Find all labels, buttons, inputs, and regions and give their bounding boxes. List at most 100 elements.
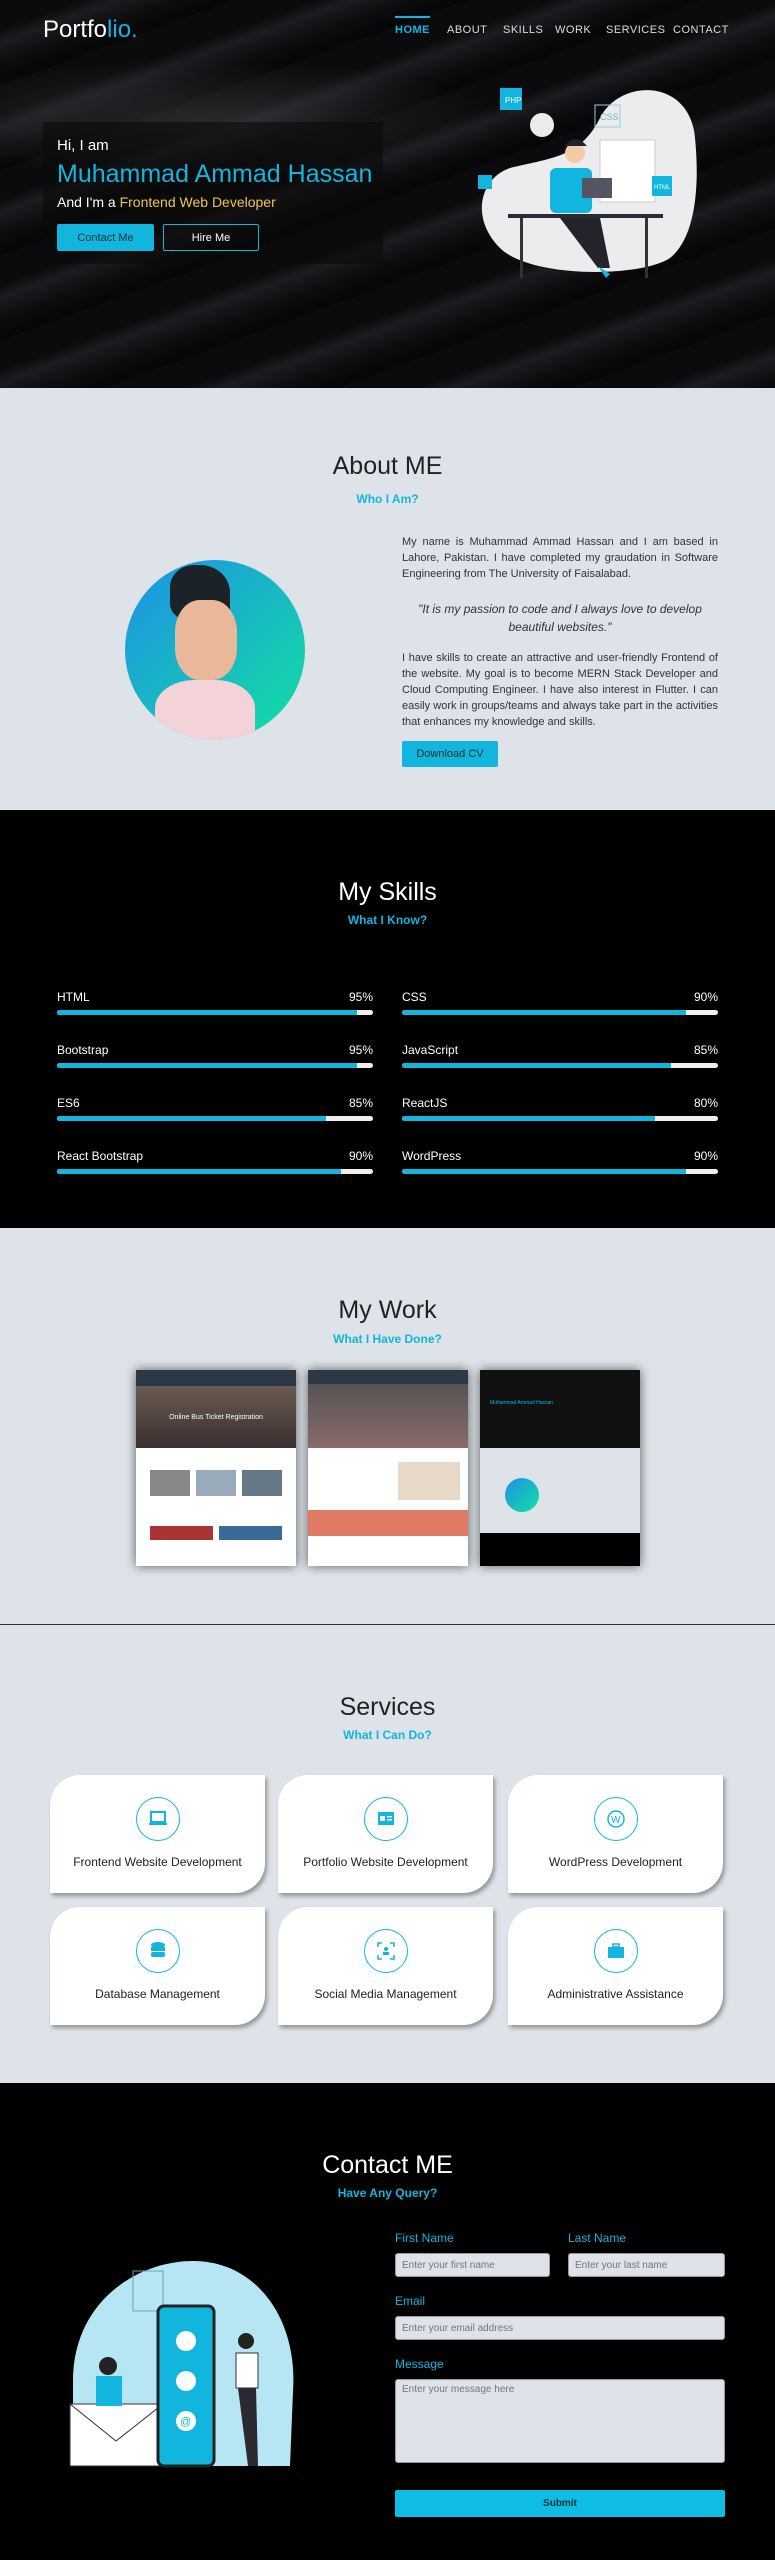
download-cv-button[interactable]: Download CV: [402, 741, 498, 767]
skills-subtitle: What I Know?: [347, 913, 428, 927]
skill-progress-fill: [57, 1063, 358, 1068]
skill-progress-fill: [402, 1116, 655, 1121]
skill-progress-bar: [57, 1169, 373, 1174]
skill-progress-bar: [57, 1116, 373, 1121]
nav-services[interactable]: SERVICES: [606, 24, 665, 36]
skill-name: HTML: [57, 990, 90, 1004]
service-label: Social Media Management: [314, 1987, 457, 2001]
first-name-label: First Name: [395, 2231, 454, 2245]
work-title: My Work: [338, 1296, 437, 1324]
skill-percent: 85%: [348, 1096, 373, 1110]
id-card-icon: [363, 1797, 408, 1841]
nav-about[interactable]: ABOUT: [447, 24, 487, 36]
skill-progress-bar: [402, 1063, 718, 1068]
wordpress-icon: W: [593, 1797, 638, 1841]
service-label: WordPress Development: [548, 1855, 683, 1869]
first-name-input[interactable]: [395, 2253, 550, 2277]
skill-item: Bootstrap 95%: [57, 1043, 373, 1068]
contact-section: Contact ME Have Any Query? @ First Name …: [0, 2083, 775, 2560]
skill-item: CSS 90%: [402, 990, 718, 1015]
service-card[interactable]: Database Management: [50, 1907, 265, 2025]
skill-name: JavaScript: [402, 1043, 459, 1057]
skill-progress-fill: [57, 1169, 342, 1174]
database-icon: [135, 1929, 180, 1973]
skill-percent: 90%: [348, 1149, 373, 1163]
about-title: About ME: [332, 452, 443, 480]
skill-item: React Bootstrap 90%: [57, 1149, 373, 1174]
service-card[interactable]: W WordPress Development: [508, 1775, 723, 1893]
skill-percent: 90%: [693, 1149, 718, 1163]
services-section: Services What I Can Do? Frontend Website…: [0, 1625, 775, 2083]
skill-percent: 90%: [693, 990, 718, 1004]
skill-progress-bar: [402, 1169, 718, 1174]
skill-progress-fill: [402, 1169, 687, 1174]
submit-button[interactable]: Submit: [395, 2490, 725, 2517]
skill-progress-fill: [57, 1116, 326, 1121]
skill-name: CSS: [402, 990, 427, 1004]
last-name-input[interactable]: [568, 2253, 725, 2277]
skill-progress-bar: [402, 1116, 718, 1121]
skill-name: React Bootstrap: [57, 1149, 144, 1163]
skill-name: ReactJS: [402, 1096, 448, 1110]
service-card[interactable]: Portfolio Website Development: [278, 1775, 493, 1893]
skills-section: My Skills What I Know? HTML 95% CSS 90% Boot…: [0, 810, 775, 1228]
service-card[interactable]: Frontend Website Development: [50, 1775, 265, 1893]
email-input[interactable]: [395, 2316, 725, 2340]
svg-text:W: W: [611, 1815, 621, 1826]
hero-name: Muhammad Ammad Hassan: [57, 160, 373, 188]
skill-progress-fill: [402, 1010, 687, 1015]
laptop-code-icon: [135, 1797, 180, 1841]
nav-skills[interactable]: SKILLS: [503, 24, 543, 36]
message-textarea[interactable]: [395, 2379, 725, 2463]
greeting: Hi, I am: [57, 137, 109, 154]
skill-name: Bootstrap: [57, 1043, 109, 1057]
about-subtitle: Who I Am?: [356, 492, 419, 506]
svg-text:PHP: PHP: [505, 96, 521, 105]
svg-text:@: @: [180, 2416, 191, 2428]
nav-home[interactable]: HOME: [395, 16, 430, 36]
email-label: Email: [395, 2294, 426, 2308]
skill-progress-fill: [402, 1063, 671, 1068]
service-label: Database Management: [95, 1987, 220, 2001]
contact-subtitle: Have Any Query?: [337, 2186, 438, 2200]
hero-role: And I'm a Frontend Web Developer: [57, 194, 276, 210]
project-hotel[interactable]: [308, 1370, 468, 1566]
contact-me-button[interactable]: Contact Me: [57, 224, 154, 251]
svg-text:HTML: HTML: [654, 185, 671, 191]
service-card[interactable]: Administrative Assistance: [508, 1907, 723, 2025]
skill-percent: 80%: [693, 1096, 718, 1110]
profile-photo: [125, 560, 305, 740]
skill-item: JavaScript 85%: [402, 1043, 718, 1068]
skill-name: WordPress: [402, 1149, 462, 1163]
service-label: Frontend Website Development: [73, 1855, 242, 1869]
about-paragraph-1: My name is Muhammad Ammad Hassan and I a…: [402, 536, 718, 580]
skill-percent: 95%: [348, 1043, 373, 1057]
about-quote: "It is my passion to code and I always l…: [418, 602, 702, 634]
skill-percent: 95%: [348, 990, 373, 1004]
skill-name: ES6: [57, 1096, 80, 1110]
services-title: Services: [339, 1693, 436, 1721]
contact-illustration: @: [69, 2261, 294, 2468]
logo[interactable]: Portfolio.: [43, 16, 138, 44]
about-section: About ME Who I Am? My name is Muhammad A…: [0, 388, 775, 810]
developer-illustration: PHP CSS HTML: [478, 88, 697, 278]
svg-text:CSS: CSS: [600, 112, 619, 122]
skill-item: WordPress 90%: [402, 1149, 718, 1174]
nav-work[interactable]: WORK: [555, 24, 591, 36]
project-portfolio[interactable]: Muhammad Ammad Hassan: [480, 1370, 640, 1566]
nav-contact[interactable]: CONTACT: [673, 24, 729, 36]
contact-title: Contact ME: [322, 2151, 453, 2179]
hire-me-button[interactable]: Hire Me: [163, 224, 259, 251]
work-subtitle: What I Have Done?: [333, 1332, 442, 1346]
project-bus-ticket[interactable]: Online Bus Ticket Registration: [136, 1370, 296, 1566]
hero-section: Portfolio. HOME ABOUT SKILLS WORK SERVIC…: [0, 0, 775, 388]
service-label: Portfolio Website Development: [303, 1855, 468, 1869]
skills-title: My Skills: [338, 878, 437, 906]
last-name-label: Last Name: [568, 2231, 627, 2245]
service-card[interactable]: Social Media Management: [278, 1907, 493, 2025]
users-scan-icon: [363, 1929, 408, 1973]
briefcase-icon: [593, 1929, 638, 1973]
services-subtitle: What I Can Do?: [343, 1728, 432, 1742]
skill-item: ReactJS 80%: [402, 1096, 718, 1121]
service-label: Administrative Assistance: [547, 1987, 684, 2001]
